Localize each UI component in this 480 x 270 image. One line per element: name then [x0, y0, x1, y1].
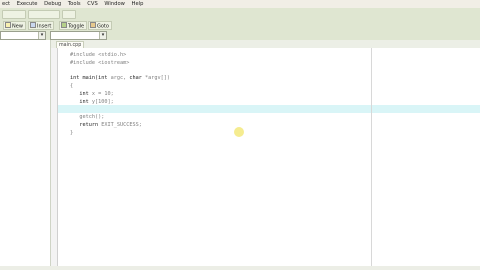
code-line[interactable]: #include <iostream>	[70, 59, 129, 67]
code-line[interactable]: int main(int argc, char *argv[])	[70, 74, 170, 82]
code-editor[interactable]: #include <stdio.h> #include <iostream> int…	[58, 48, 480, 270]
insert-icon	[30, 22, 36, 28]
menu-window[interactable]: Window	[104, 0, 124, 8]
chevron-down-icon: ▾	[38, 32, 45, 39]
code-line[interactable]: int y[100];	[70, 98, 113, 106]
options-group	[62, 10, 76, 27]
menu-debug[interactable]: Debug	[44, 0, 61, 8]
search-group	[28, 10, 60, 46]
replace-icon[interactable]	[43, 12, 49, 27]
line-gutter	[51, 48, 58, 270]
status-bar	[0, 266, 480, 270]
current-line-highlight	[58, 105, 480, 114]
undo-redo-group	[2, 10, 26, 27]
menu-execute[interactable]: Execute	[17, 0, 38, 8]
code-line[interactable]: }	[70, 129, 73, 137]
menu-tools[interactable]: Tools	[68, 0, 81, 8]
menu-help[interactable]: Help	[132, 0, 144, 8]
toggle-button[interactable]: Toggle	[59, 21, 88, 30]
bookmark-toggle-icon	[61, 22, 67, 28]
goto-button[interactable]: Goto	[88, 21, 112, 30]
options-icon[interactable]	[64, 12, 70, 27]
goto-bookmark-icon	[90, 22, 96, 28]
redo-icon[interactable]	[17, 12, 23, 27]
menu-cvs[interactable]: CVS	[87, 0, 97, 8]
project-browser-panel[interactable]	[0, 40, 51, 270]
menu-bar: ect Execute Debug Tools CVS Window Help	[0, 0, 480, 8]
right-margin-guide	[371, 48, 372, 270]
selector-row: ▾ ▾	[0, 30, 480, 40]
code-line[interactable]: return EXIT_SUCCESS;	[70, 121, 141, 129]
new-file-icon	[5, 22, 11, 28]
function-selector[interactable]: ▾	[50, 31, 107, 40]
new-button[interactable]: New	[3, 21, 26, 30]
find-icon[interactable]	[30, 12, 36, 28]
undo-icon[interactable]	[4, 12, 10, 27]
menu-project[interactable]: ect	[2, 0, 10, 8]
class-selector[interactable]: ▾	[0, 31, 46, 40]
insert-button[interactable]: Insert	[28, 21, 55, 30]
mouse-cursor-marker	[234, 127, 244, 137]
chevron-down-icon: ▾	[99, 32, 106, 39]
